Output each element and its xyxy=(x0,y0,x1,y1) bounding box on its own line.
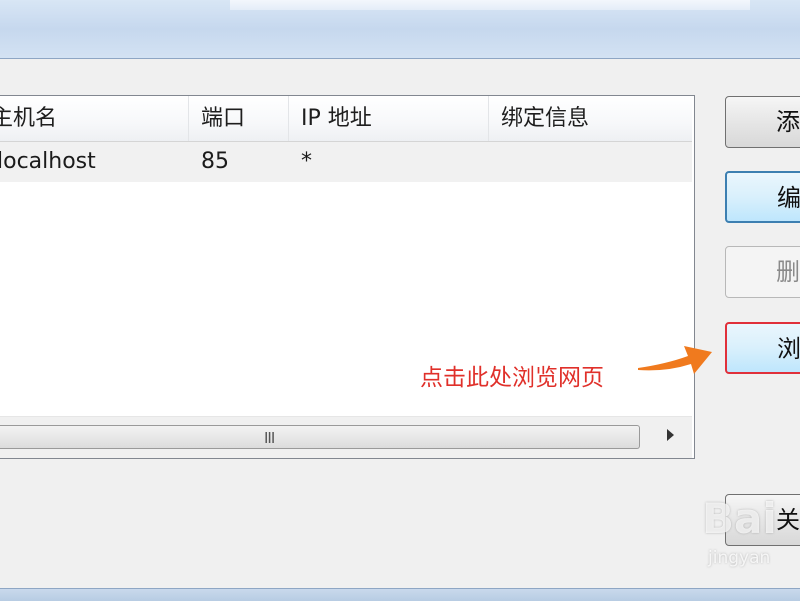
cell-binding-info xyxy=(489,142,692,182)
baidu-watermark-subtext: jingyan xyxy=(708,548,771,568)
baidu-watermark-logo: Bai xyxy=(702,494,777,543)
window-bottom-frame xyxy=(0,588,800,601)
column-header-ip-address[interactable]: IP 地址 xyxy=(289,96,489,141)
column-header-port[interactable]: 端口 xyxy=(189,96,289,141)
cell-hostname: localhost xyxy=(0,149,96,174)
title-bar-glass xyxy=(230,0,750,10)
horizontal-scrollbar[interactable]: III xyxy=(0,416,692,458)
column-header-binding-info[interactable]: 绑定信息 xyxy=(489,96,692,141)
browse-button[interactable]: 浏 xyxy=(725,322,800,374)
scrollbar-thumb[interactable]: III xyxy=(0,425,640,449)
cell-ip-address: * xyxy=(301,149,312,174)
column-header-hostname[interactable]: 主机名 xyxy=(0,96,189,141)
list-header: 主机名 端口 IP 地址 绑定信息 xyxy=(0,96,692,142)
scroll-right-arrow-icon[interactable] xyxy=(667,429,674,441)
site-bindings-list[interactable]: 主机名 端口 IP 地址 绑定信息 localhost 85 * III xyxy=(0,95,695,459)
table-row[interactable]: localhost 85 * xyxy=(0,142,692,182)
edit-button[interactable]: 编 xyxy=(725,171,800,223)
scrollbar-grip: III xyxy=(264,429,275,447)
remove-button[interactable]: 删 xyxy=(725,246,800,298)
window-title-bar xyxy=(0,0,800,59)
add-button[interactable]: 添 xyxy=(725,96,800,148)
annotation-label: 点击此处浏览网页 xyxy=(420,365,604,391)
cell-port: 85 xyxy=(201,149,229,174)
callout-arrow-icon xyxy=(638,346,712,374)
